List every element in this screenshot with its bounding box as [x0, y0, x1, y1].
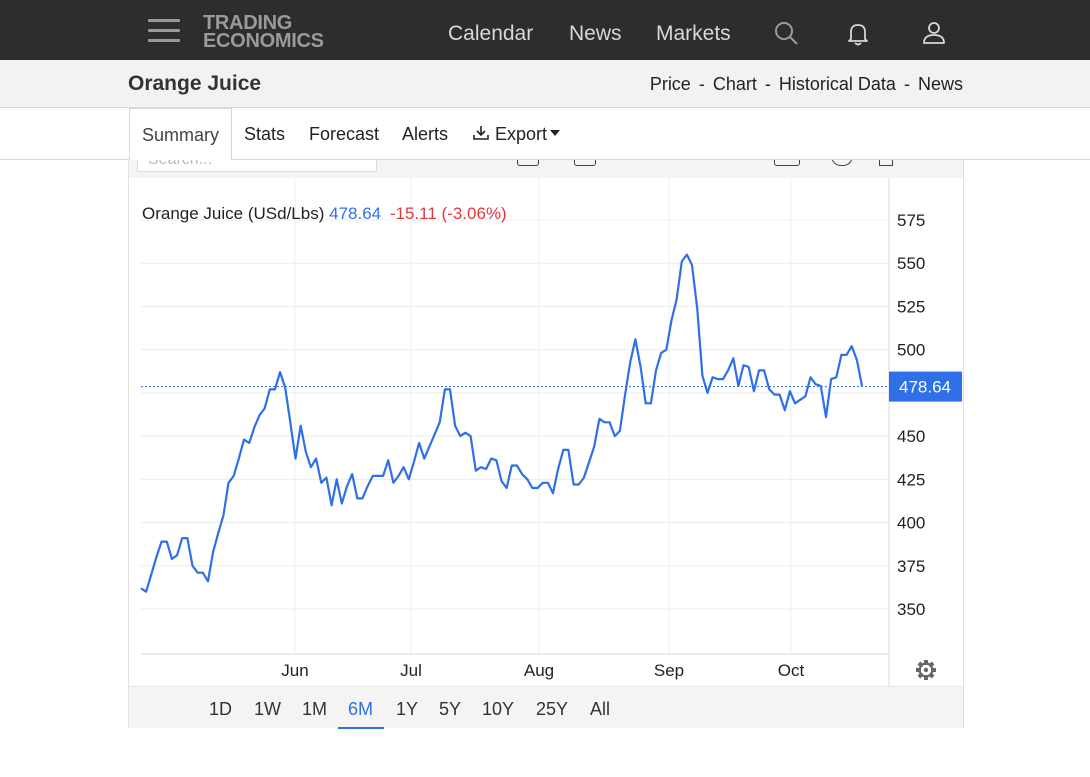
tabs-row: Summary Stats Forecast Alerts Export	[0, 108, 1090, 161]
active-range-indicator	[338, 727, 384, 729]
x-tick-label: Jun	[281, 661, 308, 680]
chevron-down-icon	[550, 130, 561, 137]
separator: -	[698, 74, 705, 94]
y-tick-label: 500	[897, 341, 925, 360]
range-all[interactable]: All	[590, 699, 610, 720]
link-news[interactable]: News	[918, 74, 963, 94]
bell-icon[interactable]	[845, 20, 871, 46]
y-tick-label: 425	[897, 470, 925, 489]
y-tick-label: 575	[897, 211, 925, 230]
chart-panel: Search... 350 375 400 425 450 500 525 550 575 Ju…	[128, 160, 964, 729]
y-tick-label: 550	[897, 254, 925, 273]
x-tick-label: Oct	[778, 661, 805, 680]
y-tick-label: 375	[897, 557, 925, 576]
range-25y[interactable]: 25Y	[536, 699, 568, 720]
range-6m[interactable]: 6M	[348, 699, 373, 720]
tab-forecast[interactable]: Forecast	[309, 108, 379, 160]
series	[140, 253, 864, 593]
export-label: Export	[495, 124, 548, 144]
range-10y[interactable]: 10Y	[482, 699, 514, 720]
compare-icon[interactable]	[774, 160, 800, 166]
tab-alerts[interactable]: Alerts	[402, 108, 448, 160]
nav-markets[interactable]: Markets	[656, 22, 731, 46]
chart-toolbar: Search...	[129, 160, 963, 178]
range-1m[interactable]: 1M	[302, 699, 327, 720]
y-tick-label: 400	[897, 514, 925, 533]
user-icon[interactable]	[921, 20, 947, 46]
y-tick-label: 525	[897, 297, 925, 316]
y-axis: 350 375 400 425 450 500 525 550 575	[897, 211, 925, 619]
x-tick-label: Jul	[400, 661, 422, 680]
search-icon[interactable]	[773, 20, 799, 46]
chart-legend: Orange Juice (USd/Lbs) 478.64 -15.11 (-3…	[142, 204, 507, 224]
range-1d[interactable]: 1D	[209, 699, 232, 720]
legend-price: 478.64	[329, 204, 382, 223]
y-tick-label: 350	[897, 600, 925, 619]
x-tick-label: Aug	[524, 661, 554, 680]
logo[interactable]: TRADING ECONOMICS	[203, 13, 324, 52]
x-tick-label: Sep	[654, 661, 684, 680]
gear-hub	[923, 667, 929, 673]
range-1y[interactable]: 1Y	[396, 699, 418, 720]
tab-export[interactable]: Export	[472, 108, 561, 160]
price-chart[interactable]: 350 375 400 425 450 500 525 550 575 Jun Jul Aug Sep…	[129, 178, 963, 686]
link-price[interactable]: Price	[650, 74, 691, 94]
tab-stats[interactable]: Stats	[244, 108, 285, 160]
separator: -	[903, 74, 910, 94]
logo-line-2: ECONOMICS	[203, 30, 324, 52]
indicator-icon[interactable]	[831, 160, 853, 166]
x-axis: Jun Jul Aug Sep Oct	[281, 661, 804, 680]
top-navbar: TRADING ECONOMICS Calendar News Markets	[0, 0, 1090, 60]
symbol-search-input[interactable]: Search...	[137, 160, 377, 172]
range-selector: 1D 1W 1M 6M 1Y 5Y 10Y 25Y All	[129, 686, 963, 729]
range-5y[interactable]: 5Y	[439, 699, 461, 720]
legend-change-pct: (-3.06%)	[441, 204, 507, 223]
header-links: Price - Chart - Historical Data - News	[650, 74, 963, 95]
nav-news[interactable]: News	[569, 22, 622, 46]
fullscreen-icon[interactable]	[879, 160, 893, 166]
y-tick-label: 450	[897, 427, 925, 446]
calendar-icon[interactable]	[517, 160, 539, 166]
link-historical-data[interactable]: Historical Data	[779, 74, 896, 94]
instrument-header: Orange Juice Price - Chart - Historical …	[0, 60, 1090, 108]
nav-calendar[interactable]: Calendar	[448, 22, 533, 46]
link-chart[interactable]: Chart	[713, 74, 757, 94]
hamburger-menu-icon[interactable]	[148, 19, 180, 43]
last-price-label: 478.64	[899, 378, 951, 397]
download-icon	[473, 126, 489, 141]
legend-change: -15.11	[389, 204, 437, 223]
range-1w[interactable]: 1W	[254, 699, 281, 720]
page-title: Orange Juice	[128, 72, 262, 95]
settings-gear-icon[interactable]	[916, 660, 936, 680]
separator: -	[764, 74, 771, 94]
series-line-orange-juice	[140, 253, 864, 593]
tab-summary[interactable]: Summary	[129, 108, 233, 161]
legend-name: Orange Juice (USd/Lbs)	[142, 204, 325, 223]
chart-type-icon[interactable]	[574, 160, 596, 166]
overlay: 478.64	[141, 371, 962, 680]
